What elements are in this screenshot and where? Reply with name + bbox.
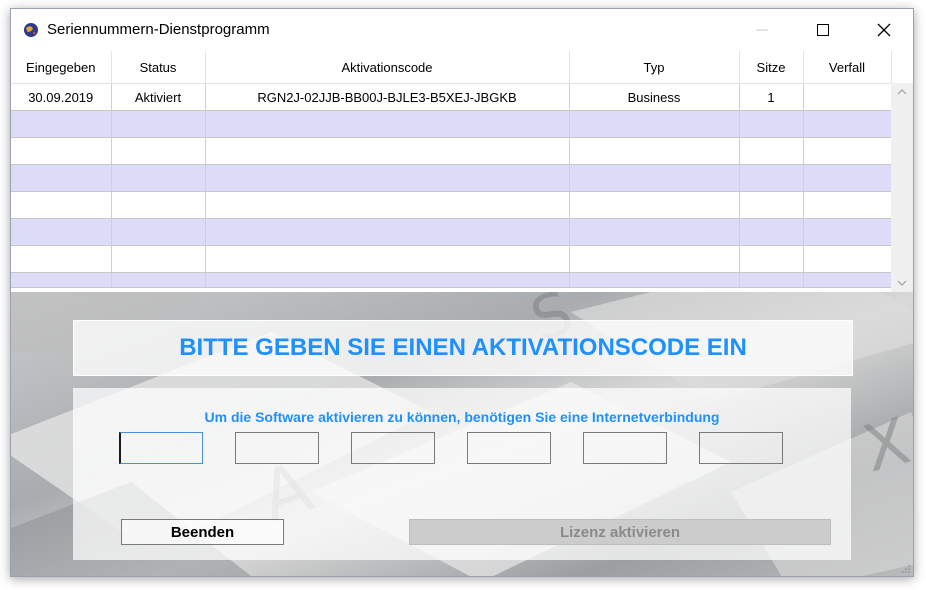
serial-grid-area: Eingegeben Status Aktivationscode Typ Si… bbox=[11, 51, 913, 292]
chevron-up-icon bbox=[897, 89, 907, 95]
table-cell bbox=[569, 218, 740, 246]
table-cell bbox=[111, 272, 206, 288]
table-cell bbox=[11, 245, 112, 273]
table-row[interactable] bbox=[11, 137, 892, 165]
table-cell bbox=[569, 191, 740, 219]
table-cell bbox=[111, 137, 206, 165]
table-cell bbox=[11, 191, 112, 219]
table-cell bbox=[11, 110, 112, 138]
activation-form: Um die Software aktivieren zu können, be… bbox=[73, 388, 851, 560]
activation-heading-box: BITTE GEBEN SIE EINEN AKTIVATIONSCODE EI… bbox=[73, 320, 853, 376]
table-cell bbox=[569, 110, 740, 138]
code-field-3[interactable] bbox=[351, 432, 435, 464]
maximize-icon bbox=[817, 24, 829, 36]
code-field-6[interactable] bbox=[699, 432, 783, 464]
table-row[interactable] bbox=[11, 191, 892, 219]
table-cell bbox=[569, 164, 740, 192]
chevron-down-icon bbox=[897, 280, 907, 286]
table-cell bbox=[205, 164, 570, 192]
activate-license-button[interactable]: Lizenz aktivieren bbox=[409, 519, 831, 545]
scroll-down-button[interactable] bbox=[891, 274, 913, 292]
table-cell bbox=[803, 110, 892, 138]
vertical-scrollbar[interactable] bbox=[891, 83, 913, 292]
serial-utility-window: Seriennummern-Dienstprogramm Eingegeben … bbox=[10, 8, 914, 577]
table-cell bbox=[739, 218, 804, 246]
close-button[interactable] bbox=[861, 9, 907, 51]
table-row[interactable]: 30.09.2019 Aktiviert RGN2J-02JJB-BB00J-B… bbox=[11, 83, 892, 111]
minimize-icon bbox=[756, 29, 768, 31]
table-cell bbox=[111, 110, 206, 138]
table-cell bbox=[739, 164, 804, 192]
table-cell: Aktiviert bbox=[111, 83, 206, 111]
column-header-seats[interactable]: Sitze bbox=[739, 51, 804, 84]
table-cell bbox=[803, 83, 892, 111]
table-row[interactable] bbox=[11, 110, 892, 138]
table-cell bbox=[739, 191, 804, 219]
table-cell bbox=[11, 137, 112, 165]
table-header-row: Eingegeben Status Aktivationscode Typ Si… bbox=[11, 51, 892, 84]
table-cell bbox=[205, 110, 570, 138]
table-cell: 1 bbox=[739, 83, 804, 111]
code-field-5[interactable] bbox=[583, 432, 667, 464]
table-cell bbox=[569, 137, 740, 165]
activation-panel: S A X BITTE GEBEN SIE EINEN AKTIVATIONSC… bbox=[11, 292, 913, 576]
column-header-type[interactable]: Typ bbox=[569, 51, 740, 84]
table-cell bbox=[803, 137, 892, 165]
code-field-4[interactable] bbox=[467, 432, 551, 464]
table-cell: 30.09.2019 bbox=[11, 83, 112, 111]
table-cell bbox=[111, 191, 206, 219]
minimize-button[interactable] bbox=[739, 9, 785, 51]
table-cell: RGN2J-02JJB-BB00J-BJLE3-B5XEJ-JBGKB bbox=[205, 83, 570, 111]
table-cell bbox=[205, 272, 570, 288]
column-header-activation-code[interactable]: Aktivationscode bbox=[205, 51, 570, 84]
table-cell bbox=[111, 164, 206, 192]
table-cell: Business bbox=[569, 83, 740, 111]
table-cell bbox=[803, 218, 892, 246]
internet-hint-text: Um die Software aktivieren zu können, be… bbox=[204, 409, 720, 425]
table-cell bbox=[803, 164, 892, 192]
table-row[interactable] bbox=[11, 272, 892, 288]
table-cell bbox=[11, 164, 112, 192]
table-cell bbox=[111, 218, 206, 246]
table-row[interactable] bbox=[11, 164, 892, 192]
maximize-button[interactable] bbox=[800, 9, 846, 51]
activation-heading: BITTE GEBEN SIE EINEN AKTIVATIONSCODE EI… bbox=[179, 334, 747, 361]
table-cell bbox=[111, 245, 206, 273]
table-cell bbox=[803, 272, 892, 288]
table-cell bbox=[205, 137, 570, 165]
table-cell bbox=[11, 272, 112, 288]
table-cell bbox=[205, 245, 570, 273]
close-icon bbox=[877, 23, 891, 37]
code-field-1[interactable] bbox=[119, 432, 203, 464]
serial-table[interactable]: Eingegeben Status Aktivationscode Typ Si… bbox=[11, 51, 892, 288]
table-cell bbox=[11, 218, 112, 246]
table-cell bbox=[739, 272, 804, 288]
app-globe-icon bbox=[24, 23, 38, 37]
column-header-expiry[interactable]: Verfall bbox=[803, 51, 892, 84]
column-header-entered[interactable]: Eingegeben bbox=[11, 51, 112, 84]
code-field-2[interactable] bbox=[235, 432, 319, 464]
table-row[interactable] bbox=[11, 218, 892, 246]
resize-grip-icon[interactable] bbox=[901, 564, 911, 574]
table-cell bbox=[205, 218, 570, 246]
title-bar[interactable]: Seriennummern-Dienstprogramm bbox=[11, 9, 913, 51]
column-header-status[interactable]: Status bbox=[111, 51, 206, 84]
table-cell bbox=[739, 245, 804, 273]
table-cell bbox=[803, 245, 892, 273]
table-cell bbox=[569, 245, 740, 273]
table-cell bbox=[569, 272, 740, 288]
table-cell bbox=[205, 191, 570, 219]
table-cell bbox=[739, 110, 804, 138]
table-cell bbox=[739, 137, 804, 165]
quit-button[interactable]: Beenden bbox=[121, 519, 284, 545]
window-title: Seriennummern-Dienstprogramm bbox=[47, 21, 270, 38]
scroll-up-button[interactable] bbox=[891, 83, 913, 101]
table-cell bbox=[803, 191, 892, 219]
table-row[interactable] bbox=[11, 245, 892, 273]
